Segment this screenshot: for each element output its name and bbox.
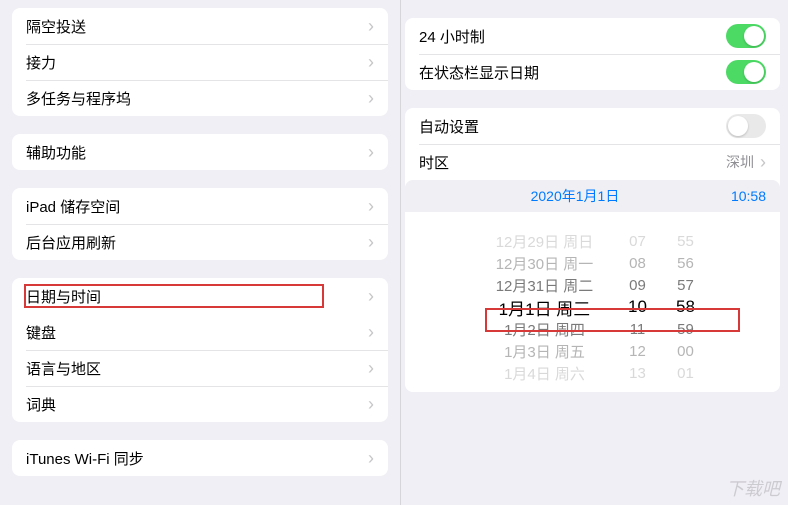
picker-hour-selected: 10 (623, 297, 653, 317)
picker-minute: 55 (671, 233, 701, 250)
sidebar-item-label: 隔空投送 (26, 16, 362, 37)
chevron-right-icon: › (368, 17, 374, 35)
sidebar-item-label: 接力 (26, 52, 362, 73)
sidebar-item-label: 多任务与程序坞 (26, 88, 362, 109)
picker-hour: 13 (623, 365, 653, 382)
picker-minute: 00 (671, 343, 701, 360)
sidebar-item-background-refresh[interactable]: 后台应用刷新 › (12, 224, 388, 260)
picker-minute-selected: 58 (671, 297, 701, 317)
sidebar-item-label: 后台应用刷新 (26, 232, 362, 253)
picker-minute: 57 (671, 277, 701, 294)
timezone-value: 深圳 (726, 152, 754, 172)
chevron-right-icon: › (368, 449, 374, 467)
picker-hour: 11 (623, 321, 653, 338)
watermark: 下载吧 (726, 475, 780, 501)
sidebar-item-storage[interactable]: iPad 储存空间 › (12, 188, 388, 224)
sidebar-item-label: 语言与地区 (26, 358, 362, 379)
sidebar-item-keyboard[interactable]: 键盘 › (12, 314, 388, 350)
picker-date: 1月3日 周五 (485, 341, 605, 362)
sidebar-item-label: 词典 (26, 394, 362, 415)
sidebar-item-label: iTunes Wi-Fi 同步 (26, 448, 362, 469)
picker-hour: 07 (623, 233, 653, 250)
picker-date: 12月29日 周日 (485, 231, 605, 252)
picker-date: 1月4日 周六 (485, 363, 605, 384)
sidebar-item-date-time[interactable]: 日期与时间 › (12, 278, 388, 314)
settings-sidebar: 隔空投送 › 接力 › 多任务与程序坞 › 辅助功能 › iPad 储存空间 › 后台应用… (0, 0, 400, 505)
sidebar-item-label: 日期与时间 (26, 286, 362, 307)
chevron-right-icon: › (368, 359, 374, 377)
sidebar-item-label: 辅助功能 (26, 142, 362, 163)
chevron-right-icon: › (368, 89, 374, 107)
picker-date: 12月31日 周二 (485, 275, 605, 296)
sidebar-item-accessibility[interactable]: 辅助功能 › (12, 134, 388, 170)
picker-date-selected: 1月1日 周三 (485, 295, 605, 320)
sidebar-item-multitask[interactable]: 多任务与程序坞 › (12, 80, 388, 116)
chevron-right-icon: › (368, 197, 374, 215)
chevron-right-icon: › (368, 53, 374, 71)
picker-date: 1月2日 周四 (485, 319, 605, 340)
sidebar-group-airdrop: 隔空投送 › 接力 › 多任务与程序坞 › (12, 8, 388, 116)
chevron-right-icon: › (368, 287, 374, 305)
picker-date: 12月30日 周一 (485, 253, 605, 274)
picker-minute: 01 (671, 365, 701, 382)
setting-label: 24 小时制 (419, 26, 726, 47)
sidebar-item-itunes-wifi-sync[interactable]: iTunes Wi-Fi 同步 › (12, 440, 388, 476)
time-format-group: 24 小时制 在状态栏显示日期 (405, 18, 780, 90)
sidebar-item-label: iPad 储存空间 (26, 196, 362, 217)
sidebar-group-storage: iPad 储存空间 › 后台应用刷新 › (12, 188, 388, 260)
chevron-right-icon: › (368, 395, 374, 413)
setting-auto-set: 自动设置 (405, 108, 780, 144)
sidebar-item-airdrop[interactable]: 隔空投送 › (12, 8, 388, 44)
detail-pane: 24 小时制 在状态栏显示日期 自动设置 时区 深圳 › 2020年1月1日 1… (400, 0, 788, 505)
toggle-auto-set[interactable] (726, 114, 766, 138)
picker-hour: 12 (623, 343, 653, 360)
current-time: 10:58 (731, 188, 766, 204)
chevron-right-icon: › (368, 323, 374, 341)
setting-label: 时区 (419, 152, 720, 173)
auto-set-group: 自动设置 时区 深圳 › 2020年1月1日 10:58 12月29日 周日 07… (405, 108, 780, 392)
sidebar-item-language-region[interactable]: 语言与地区 › (12, 350, 388, 386)
setting-24hour: 24 小时制 (405, 18, 780, 54)
picker-minute: 59 (671, 321, 701, 338)
setting-label: 自动设置 (419, 116, 726, 137)
picker-hour: 09 (623, 277, 653, 294)
toggle-24hour[interactable] (726, 24, 766, 48)
sidebar-group-general: 日期与时间 › 键盘 › 语言与地区 › 词典 › (12, 278, 388, 422)
sidebar-group-accessibility: 辅助功能 › (12, 134, 388, 170)
setting-show-date-status: 在状态栏显示日期 (405, 54, 780, 90)
setting-label: 在状态栏显示日期 (419, 62, 726, 83)
chevron-right-icon: › (368, 143, 374, 161)
sidebar-item-handoff[interactable]: 接力 › (12, 44, 388, 80)
sidebar-group-itunes: iTunes Wi-Fi 同步 › (12, 440, 388, 476)
picker-minute: 56 (671, 255, 701, 272)
sidebar-item-dictionary[interactable]: 词典 › (12, 386, 388, 422)
toggle-show-date[interactable] (726, 60, 766, 84)
setting-timezone[interactable]: 时区 深圳 › (405, 144, 780, 180)
current-date: 2020年1月1日 (419, 186, 731, 206)
chevron-right-icon: › (368, 233, 374, 251)
chevron-right-icon: › (760, 153, 766, 171)
datetime-picker[interactable]: 12月29日 周日 07 55 12月30日 周一 08 56 12月31日 周二 09 5… (405, 212, 780, 392)
sidebar-item-label: 键盘 (26, 322, 362, 343)
datetime-header: 2020年1月1日 10:58 (405, 180, 780, 212)
picker-hour: 08 (623, 255, 653, 272)
